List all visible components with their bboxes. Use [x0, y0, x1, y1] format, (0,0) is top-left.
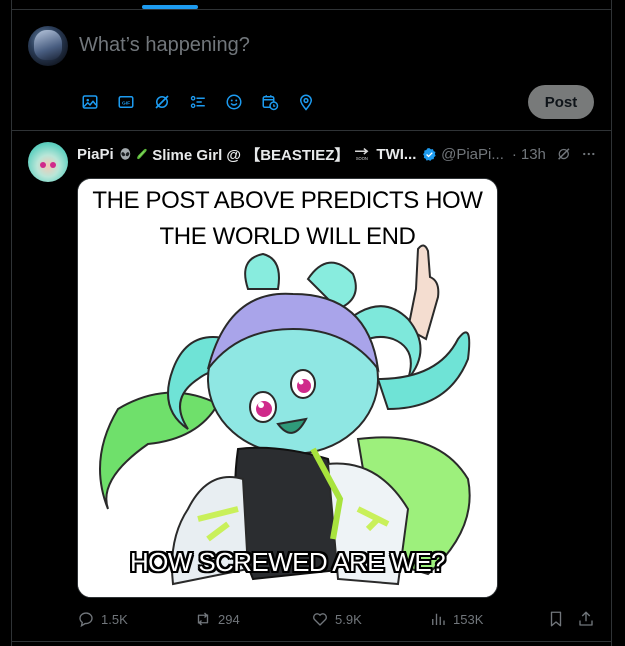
post-button[interactable]: Post [528, 85, 594, 119]
location-icon[interactable] [296, 92, 316, 112]
composer-divider [12, 130, 611, 131]
timestamp[interactable]: 13h [521, 146, 546, 163]
svg-text:GIF: GIF [122, 100, 130, 106]
tweet-header: PiaPi Slime Girl @ 【BEASTIEZ】 SOON TWI..… [77, 144, 597, 164]
bookmark-icon [550, 611, 562, 627]
tweet-media-image[interactable]: THE POST ABOVE PREDICTS HOW THE WORLD WI… [77, 178, 498, 598]
heart-icon [313, 613, 327, 626]
author-display-name[interactable]: PiaPi [77, 146, 114, 163]
soon-arrow-icon: SOON [355, 147, 369, 161]
grok-icon[interactable] [556, 145, 572, 163]
author-display-name-end[interactable]: TWI... [376, 146, 416, 163]
more-options-icon[interactable] [581, 145, 597, 163]
reply-button[interactable]: 1.5K [77, 608, 128, 630]
tab-divider [12, 9, 611, 10]
cucumber-icon [137, 148, 148, 160]
verified-badge-icon [423, 147, 437, 161]
bookmark-button[interactable] [547, 608, 571, 630]
views-button[interactable]: 153K [429, 608, 483, 630]
user-avatar[interactable] [28, 26, 68, 66]
svg-text:SOON: SOON [356, 156, 368, 161]
repost-button[interactable]: 294 [194, 608, 240, 630]
composer-toolbar: GIF [80, 92, 332, 112]
like-count: 5.9K [335, 611, 362, 627]
gif-icon[interactable]: GIF [116, 92, 136, 112]
repost-count: 294 [218, 611, 240, 627]
reply-icon [79, 612, 93, 628]
compose-input[interactable]: What’s happening? [79, 34, 250, 57]
separator-dot: · [511, 145, 517, 163]
meme-bottom-caption: HOW SCREWED ARE WE? [129, 547, 446, 577]
share-icon [579, 611, 593, 626]
repost-icon [197, 612, 209, 626]
grok-icon[interactable] [152, 92, 172, 112]
author-display-name-cont[interactable]: Slime Girl @ 【BEASTIEZ】 [152, 144, 349, 165]
author-avatar[interactable] [28, 142, 68, 182]
reply-count: 1.5K [101, 611, 128, 627]
timeline-column: What’s happening? GIF Post PiaPi Slime G [11, 0, 612, 646]
author-handle[interactable]: @PiaPi... [441, 146, 504, 163]
active-tab-indicator [142, 5, 198, 9]
poll-icon[interactable] [188, 92, 208, 112]
tweet-actions: 1.5K 294 5.9K 153K [77, 608, 597, 630]
alien-icon [120, 147, 130, 160]
image-icon[interactable] [80, 92, 100, 112]
meme-top-caption: THE POST ABOVE PREDICTS HOW THE WORLD WI… [92, 187, 483, 250]
emoji-icon[interactable] [224, 92, 244, 112]
schedule-icon[interactable] [260, 92, 280, 112]
like-button[interactable]: 5.9K [311, 608, 362, 630]
share-button[interactable] [577, 608, 601, 630]
views-chart-icon [432, 613, 445, 625]
tweet-divider [12, 641, 611, 642]
view-count: 153K [453, 611, 484, 627]
